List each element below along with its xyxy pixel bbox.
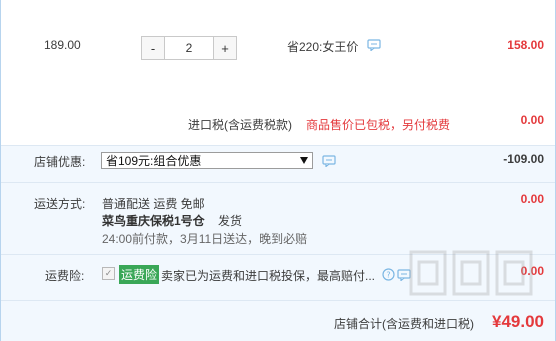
watermark-logo xyxy=(409,250,533,296)
shop-total-value: ¥49.00 xyxy=(492,312,544,331)
quantity-input[interactable]: 2 xyxy=(165,36,213,60)
increment-button[interactable]: + xyxy=(213,36,237,60)
chat-bubble-icon[interactable] xyxy=(322,155,336,167)
shop-total-label: 店铺合计(含运费和进口税) xyxy=(334,317,474,331)
shop-promo-label: 店铺优惠: xyxy=(34,155,86,169)
unit-price: 189.00 xyxy=(44,38,81,52)
shipping-warehouse: 菜鸟重庆保税1号仓 xyxy=(102,214,205,228)
divider xyxy=(1,182,555,183)
insurance-label: 运费险: xyxy=(45,269,85,283)
shop-promo-selected: 省109元:组合优惠 xyxy=(106,154,202,168)
insurance-checkbox[interactable]: ✓ xyxy=(102,267,115,280)
shop-promo-select[interactable]: 省109元:组合优惠 xyxy=(101,152,313,169)
import-tax-value: 0.00 xyxy=(520,113,544,127)
import-tax-note: 商品售价已包税，另付税费 xyxy=(306,118,451,132)
dropdown-arrow-icon xyxy=(300,157,308,164)
shipping-dispatch: 发货 xyxy=(218,214,243,228)
item-subtotal: 158.00 xyxy=(507,38,544,52)
shipping-method: 普通配送 运费 免邮 xyxy=(102,197,205,211)
divider xyxy=(1,145,555,146)
frame-border-left xyxy=(0,0,1,341)
help-icon[interactable]: ? xyxy=(382,268,395,284)
insurance-badge: 运费险 xyxy=(119,265,160,284)
svg-text:?: ? xyxy=(386,271,390,280)
import-tax-label: 进口税(含运费税款) xyxy=(188,118,292,132)
quantity-stepper: - 2 + xyxy=(141,36,237,60)
item-promo-text: 省220:女王价 xyxy=(287,40,359,54)
shipping-fee: 0.00 xyxy=(520,192,544,206)
shop-promo-value: -109.00 xyxy=(503,152,544,166)
shipping-delivery-promise: 24:00前付款，3月11日送达，晚到必赔 xyxy=(102,232,308,246)
shipping-label: 运送方式: xyxy=(34,197,86,211)
decrement-button[interactable]: - xyxy=(141,36,165,60)
check-icon: ✓ xyxy=(104,268,113,278)
insurance-description: 卖家已为运费和进口税投保，最高赔付... xyxy=(161,269,376,283)
divider xyxy=(1,300,555,301)
chat-bubble-icon[interactable] xyxy=(367,39,381,51)
